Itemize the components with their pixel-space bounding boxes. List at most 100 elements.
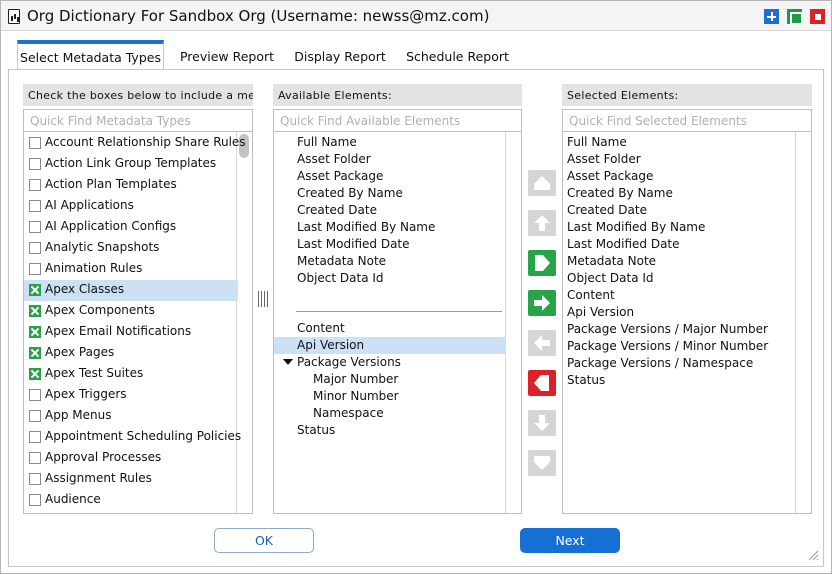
move-top-button[interactable] bbox=[528, 170, 556, 196]
checkbox-unchecked-icon[interactable] bbox=[29, 263, 41, 275]
metadata-type-label: AI Application Configs bbox=[45, 219, 177, 233]
selected-element-row[interactable]: Package Versions / Namespace bbox=[567, 356, 753, 373]
metadata-type-row[interactable]: Action Link Group Templates bbox=[24, 154, 238, 175]
available-element-row[interactable]: Last Modified By Name bbox=[274, 219, 506, 236]
available-element-row[interactable]: Major Number bbox=[274, 371, 506, 388]
add-button[interactable] bbox=[528, 290, 556, 316]
move-down-button[interactable] bbox=[528, 410, 556, 436]
selected-search-input[interactable]: Quick Find Selected Elements bbox=[562, 109, 812, 132]
available-scrollbar[interactable] bbox=[505, 132, 521, 513]
metadata-type-row[interactable]: Apex Email Notifications bbox=[24, 322, 238, 343]
metadata-type-row[interactable]: Apex Pages bbox=[24, 343, 238, 364]
available-element-row[interactable]: Created Date bbox=[274, 202, 506, 219]
available-element-label: Package Versions bbox=[297, 355, 401, 369]
selected-element-row[interactable]: Created By Name bbox=[567, 186, 673, 203]
available-element-row[interactable]: Created By Name bbox=[274, 185, 506, 202]
checkbox-checked-icon[interactable] bbox=[29, 347, 41, 359]
available-element-label: Major Number bbox=[313, 372, 399, 386]
available-element-row[interactable]: Minor Number bbox=[274, 388, 506, 405]
checkbox-unchecked-icon[interactable] bbox=[29, 452, 41, 464]
metadata-type-row[interactable]: Analytic Snapshots bbox=[24, 238, 238, 259]
checkbox-checked-icon[interactable] bbox=[29, 305, 41, 317]
checkbox-unchecked-icon[interactable] bbox=[29, 158, 41, 170]
metadata-type-row[interactable]: Apex Test Suites bbox=[24, 364, 238, 385]
metadata-type-row[interactable]: Appointment Scheduling Policies bbox=[24, 427, 241, 448]
metadata-type-row[interactable]: Audience bbox=[24, 490, 238, 511]
resize-grip-icon[interactable] bbox=[807, 549, 819, 561]
tab-select-metadata-types[interactable]: Select Metadata Types bbox=[17, 40, 164, 70]
selected-element-row[interactable]: Content bbox=[567, 288, 615, 305]
selected-scrollbar[interactable] bbox=[795, 132, 811, 513]
next-button[interactable]: Next bbox=[520, 528, 620, 553]
tab-display-report[interactable]: Display Report bbox=[289, 40, 391, 70]
selected-element-row[interactable]: Package Versions / Major Number bbox=[567, 322, 768, 339]
remove-button[interactable] bbox=[528, 330, 556, 356]
checkbox-unchecked-icon[interactable] bbox=[29, 221, 41, 233]
selected-panel-header: Selected Elements: bbox=[562, 84, 812, 106]
checkbox-unchecked-icon[interactable] bbox=[29, 179, 41, 191]
metadata-type-row[interactable]: AI Applications bbox=[24, 196, 238, 217]
selected-element-row[interactable]: Created Date bbox=[567, 203, 647, 220]
checkbox-checked-icon[interactable] bbox=[29, 326, 41, 338]
checkbox-unchecked-icon[interactable] bbox=[29, 242, 41, 254]
tab-schedule-report[interactable]: Schedule Report bbox=[400, 40, 515, 70]
move-up-button[interactable] bbox=[528, 210, 556, 236]
tab-preview-report[interactable]: Preview Report bbox=[173, 40, 281, 70]
metadata-type-row[interactable]: Apex Triggers bbox=[24, 385, 238, 406]
available-element-row[interactable]: Content bbox=[274, 320, 506, 337]
metadata-type-row[interactable]: Account Relationship Share Rules bbox=[24, 133, 246, 154]
available-element-row[interactable]: Status bbox=[274, 422, 506, 439]
available-element-row[interactable]: Api Version bbox=[274, 337, 506, 354]
metadata-type-row[interactable]: AI Application Configs bbox=[24, 217, 238, 238]
types-scrollbar[interactable] bbox=[236, 132, 252, 513]
types-search-input[interactable]: Quick Find Metadata Types bbox=[23, 109, 253, 132]
metadata-type-row[interactable]: Action Plan Templates bbox=[24, 175, 238, 196]
maximize-icon[interactable] bbox=[764, 9, 779, 24]
restore-icon[interactable] bbox=[787, 9, 803, 25]
checkbox-unchecked-icon[interactable] bbox=[29, 200, 41, 212]
checkbox-unchecked-icon[interactable] bbox=[29, 473, 41, 485]
selected-element-row[interactable]: Object Data Id bbox=[567, 271, 654, 288]
metadata-type-row[interactable]: Approval Processes bbox=[24, 448, 238, 469]
metadata-type-row[interactable]: Apex Components bbox=[24, 301, 238, 322]
available-element-row[interactable]: Asset Package bbox=[274, 168, 506, 185]
expand-triangle-icon[interactable] bbox=[283, 359, 293, 365]
available-element-row[interactable]: Namespace bbox=[274, 405, 506, 422]
checkbox-unchecked-icon[interactable] bbox=[29, 410, 41, 422]
available-element-row[interactable]: Metadata Note bbox=[274, 253, 506, 270]
metadata-type-row[interactable]: Apex Classes bbox=[24, 280, 238, 301]
available-elements-list[interactable]: Full Name Asset Folder Asset Package Create… bbox=[273, 131, 522, 514]
checkbox-checked-icon[interactable] bbox=[29, 368, 41, 380]
close-icon[interactable] bbox=[810, 9, 825, 24]
available-element-row[interactable]: Object Data Id bbox=[274, 270, 506, 287]
metadata-types-list[interactable]: Account Relationship Share Rules Action L… bbox=[23, 131, 253, 514]
checkbox-unchecked-icon[interactable] bbox=[29, 137, 41, 149]
selected-elements-list[interactable]: Full Name Asset Folder Asset Package Create… bbox=[562, 131, 812, 514]
metadata-type-row[interactable]: App Menus bbox=[24, 406, 238, 427]
selected-element-row[interactable]: Asset Package bbox=[567, 169, 653, 186]
available-search-input[interactable]: Quick Find Available Elements bbox=[273, 109, 522, 132]
checkbox-unchecked-icon[interactable] bbox=[29, 431, 41, 443]
metadata-type-row[interactable]: Animation Rules bbox=[24, 259, 238, 280]
selected-element-row[interactable]: Status bbox=[567, 373, 605, 390]
remove-all-button[interactable] bbox=[528, 370, 556, 396]
metadata-type-row[interactable]: Assignment Rules bbox=[24, 469, 238, 490]
move-bottom-button[interactable] bbox=[528, 450, 556, 476]
available-element-row[interactable]: Package Versions bbox=[274, 354, 506, 371]
selected-element-row[interactable]: Asset Folder bbox=[567, 152, 641, 169]
checkbox-unchecked-icon[interactable] bbox=[29, 494, 41, 506]
add-all-button[interactable] bbox=[528, 250, 556, 276]
selected-element-row[interactable]: Metadata Note bbox=[567, 254, 656, 271]
available-element-row[interactable]: Asset Folder bbox=[274, 151, 506, 168]
selected-element-row[interactable]: Package Versions / Minor Number bbox=[567, 339, 768, 356]
available-element-row[interactable]: Full Name bbox=[274, 134, 506, 151]
selected-element-row[interactable]: Api Version bbox=[567, 305, 634, 322]
ok-button[interactable]: OK bbox=[214, 528, 314, 553]
available-element-row[interactable]: Last Modified Date bbox=[274, 236, 506, 253]
checkbox-checked-icon[interactable] bbox=[29, 284, 41, 296]
selected-element-row[interactable]: Full Name bbox=[567, 135, 627, 152]
panel-splitter-handle[interactable] bbox=[258, 291, 268, 307]
selected-element-row[interactable]: Last Modified Date bbox=[567, 237, 680, 254]
checkbox-unchecked-icon[interactable] bbox=[29, 389, 41, 401]
selected-element-row[interactable]: Last Modified By Name bbox=[567, 220, 705, 237]
